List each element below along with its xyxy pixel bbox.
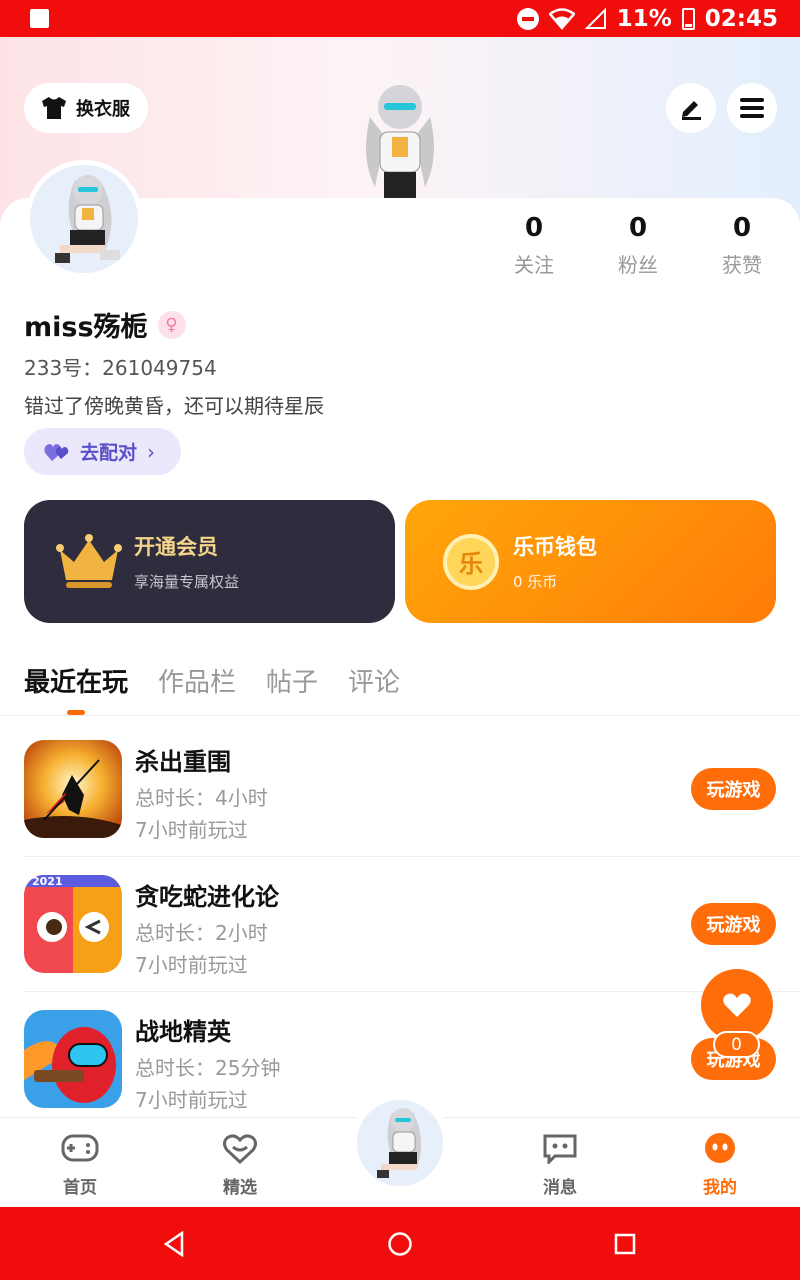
stat-fans[interactable]: 0 粉丝 [598, 213, 678, 278]
tab-comments[interactable]: 评论 [348, 662, 400, 699]
game-icon-image [24, 740, 122, 838]
tshirt-icon [42, 97, 66, 119]
wifi-icon [548, 8, 575, 30]
game-icon-image [24, 875, 122, 973]
back-icon[interactable] [162, 1231, 186, 1257]
wallet-title: 乐币钱包 [513, 535, 597, 559]
menu-icon [740, 98, 764, 118]
profile-tabs: 最近在玩 作品栏 帖子 评论 [24, 662, 400, 699]
tab-posts[interactable]: 帖子 [266, 662, 318, 699]
nav-home-label: 首页 [63, 1178, 97, 1198]
game-icon [24, 740, 122, 838]
wardrobe-button[interactable]: 换衣服 [24, 83, 148, 133]
wallet-balance: 0 乐币 [513, 573, 558, 591]
vip-card[interactable]: 开通会员 享海量专属权益 [24, 500, 395, 623]
nav-home[interactable]: 首页 [40, 1132, 120, 1198]
game-last-played: 7小时前玩过 [135, 1088, 248, 1112]
status-bar: 11% 02:45 [0, 0, 800, 37]
coin-icon-label: 乐 [459, 550, 483, 578]
stat-likes[interactable]: 0 获赞 [702, 213, 782, 278]
system-navigation-bar [0, 1207, 800, 1280]
fans-count: 0 [628, 213, 648, 243]
play-game-button[interactable]: 玩游戏 [691, 903, 776, 945]
user-id: 233号：261049754 [24, 356, 217, 380]
home-icon[interactable] [387, 1231, 413, 1257]
recents-icon[interactable] [613, 1232, 637, 1256]
menu-button[interactable] [727, 83, 777, 133]
game-name: 贪吃蛇进化论 [135, 883, 279, 911]
bio: 错过了傍晚黄昏，还可以期待星辰 [24, 394, 324, 418]
vip-subtitle: 享海量专属权益 [134, 573, 240, 591]
username-row: miss殇栀 ♀ [24, 305, 186, 344]
likes-count: 0 [732, 213, 752, 243]
heart-icon [723, 993, 751, 1017]
do-not-disturb-icon [516, 8, 539, 30]
game-last-played: 7小时前玩过 [135, 818, 248, 842]
nav-mine[interactable]: 我的 [680, 1132, 760, 1198]
wallet-card[interactable]: 乐 乐币钱包 0 乐币 [405, 500, 776, 623]
game-icon-image [24, 1010, 122, 1108]
vip-title: 开通会员 [134, 535, 218, 559]
coin-icon: 乐 [443, 533, 499, 590]
center-avatar-button[interactable] [350, 1093, 450, 1193]
nav-messages[interactable]: 消息 [520, 1132, 600, 1198]
female-icon: ♀ [157, 310, 186, 339]
tabs-divider [0, 715, 800, 716]
nav-mine-label: 我的 [703, 1178, 737, 1198]
notification-icon [30, 9, 49, 28]
game-last-played: 7小时前玩过 [135, 953, 248, 977]
game-icon [24, 1010, 122, 1108]
match-button[interactable]: 去配对 › [24, 428, 181, 475]
match-label: 去配对 [80, 442, 138, 464]
tab-recent[interactable]: 最近在玩 [24, 662, 128, 699]
game-name: 杀出重围 [135, 748, 231, 776]
signal-icon [584, 8, 606, 29]
battery-percent: 11% [616, 6, 672, 32]
wardrobe-label: 换衣服 [76, 99, 130, 120]
battery-icon [681, 8, 695, 30]
clock: 02:45 [704, 6, 778, 32]
tab-works[interactable]: 作品栏 [158, 662, 236, 699]
list-item[interactable]: 杀出重围 总时长：4小时 7小时前玩过 玩游戏 [0, 718, 800, 853]
message-icon [543, 1134, 577, 1166]
game-duration: 总时长：25分钟 [135, 1056, 281, 1080]
favorite-count: 0 [713, 1031, 760, 1058]
likes-label: 获赞 [722, 253, 762, 277]
username: miss殇栀 [24, 312, 148, 343]
play-game-button[interactable]: 玩游戏 [691, 768, 776, 810]
crown-icon [56, 533, 122, 588]
face-icon [705, 1133, 735, 1163]
list-item[interactable]: 2021 贪吃蛇进化论 总时长：2小时 7小时前玩过 玩游戏 [0, 853, 800, 988]
following-label: 关注 [514, 253, 554, 277]
game-duration: 总时长：2小时 [135, 921, 268, 945]
avatar-image [30, 165, 138, 273]
game-icon-badge: 2021 [32, 875, 63, 888]
heart-chat-icon [223, 1134, 257, 1165]
following-count: 0 [524, 213, 544, 243]
gamepad-icon [61, 1134, 99, 1162]
stat-following[interactable]: 0 关注 [494, 213, 574, 278]
game-name: 战地精英 [135, 1018, 231, 1046]
center-avatar-image [357, 1100, 443, 1186]
edit-button[interactable] [666, 83, 716, 133]
fans-label: 粉丝 [618, 253, 658, 277]
nav-featured-label: 精选 [223, 1178, 257, 1198]
game-icon: 2021 [24, 875, 122, 973]
avatar[interactable] [25, 160, 143, 278]
nav-messages-label: 消息 [543, 1178, 577, 1198]
chevron-right-icon: › [147, 439, 156, 464]
pencil-icon [682, 101, 701, 120]
nav-featured[interactable]: 精选 [200, 1132, 280, 1198]
game-duration: 总时长：4小时 [135, 786, 268, 810]
double-heart-icon [44, 443, 69, 461]
